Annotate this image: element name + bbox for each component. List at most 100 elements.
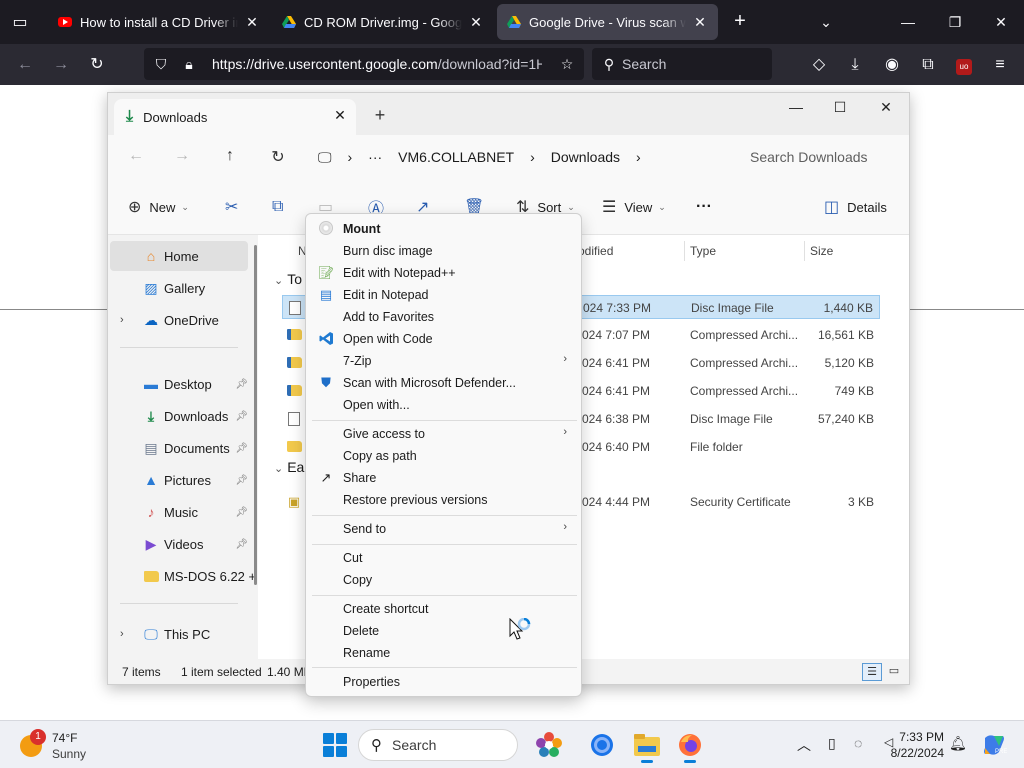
group-header-earlier[interactable]: ⌄ Ea <box>274 459 304 475</box>
nav-item-music[interactable]: ♪ Music 📌︎ <box>110 497 249 527</box>
group-header-today[interactable]: ⌄ To <box>274 271 302 287</box>
cut-button[interactable]: ✂ <box>225 195 246 219</box>
column-divider[interactable] <box>684 241 685 261</box>
nav-item-this-pc[interactable]: › 🖵︎ This PC <box>110 619 248 649</box>
navigation-scrollbar[interactable] <box>254 245 257 585</box>
menu-item-add-to-favorites[interactable]: Add to Favorites <box>310 306 577 328</box>
menu-item-scan-defender[interactable]: ⛊ Scan with Microsoft Defender... <box>310 372 577 394</box>
menu-item-copy-as-path[interactable]: Copy as path <box>310 445 577 467</box>
breadcrumb[interactable]: 🖵︎ › ··· VM6.COLLABNET › Downloads › <box>318 143 738 171</box>
monitor-icon[interactable]: 🖵︎ <box>318 149 332 166</box>
browser-tab-drive-file[interactable]: CD ROM Driver.img - Google Drive ✕ <box>272 4 494 40</box>
account-icon[interactable]: ◉ <box>879 52 905 78</box>
back-button[interactable]: ← <box>12 52 38 78</box>
pocket-icon[interactable]: ◇ <box>806 52 832 78</box>
up-button[interactable]: ↑ <box>218 147 242 167</box>
bookmark-star-icon[interactable]: ☆ <box>556 56 578 73</box>
maximize-window-button[interactable]: ☐ <box>828 99 852 119</box>
explorer-search-input[interactable]: Search Downloads <box>738 143 902 171</box>
firefox-icon[interactable] <box>674 729 706 763</box>
copilot-icon[interactable]: PRE <box>978 729 1010 761</box>
start-button[interactable] <box>323 733 347 757</box>
nav-item-downloads[interactable]: ⤓ Downloads 📌︎ <box>110 401 248 431</box>
new-button[interactable]: ⊕ New ⌄ <box>128 195 189 219</box>
browser-tab-youtube[interactable]: How to install a CD Driver into M ✕ <box>48 4 270 40</box>
nav-item-gallery[interactable]: ▨ Gallery <box>110 273 248 303</box>
notifications-bell-icon[interactable]: 🔔︎ <box>949 735 967 752</box>
nav-item-msdos[interactable]: MS-DOS 6.22 + <box>110 561 256 591</box>
chevron-right-icon[interactable]: › <box>120 314 124 326</box>
pin-icon[interactable]: 📌︎ <box>235 411 248 422</box>
close-tab-icon[interactable]: ✕ <box>468 14 484 31</box>
menu-item-open-with-code[interactable]: Open with Code <box>310 328 577 350</box>
details-pane-button[interactable]: ◫ Details <box>824 195 887 219</box>
chevron-right-icon[interactable]: › <box>120 628 124 640</box>
nav-item-pictures[interactable]: ▲ Pictures 📌︎ <box>110 465 248 495</box>
system-clock[interactable]: 7:33 PM 8/22/2024 <box>882 729 944 761</box>
browser-search-bar[interactable]: ⚲ Search <box>592 48 772 80</box>
menu-item-edit-notepadpp[interactable]: 📝︎ Edit with Notepad++ <box>310 262 577 284</box>
extensions-icon[interactable]: ⧉ <box>915 52 941 78</box>
menu-item-restore-versions[interactable]: Restore previous versions <box>310 489 577 511</box>
nav-item-videos[interactable]: ▶ Videos 📌︎ <box>110 529 248 559</box>
pin-icon[interactable]: 📌︎ <box>235 443 248 454</box>
close-tab-icon[interactable]: ✕ <box>692 14 708 31</box>
chevron-down-icon[interactable]: ⌄ <box>274 463 283 475</box>
menu-item-create-shortcut[interactable]: Create shortcut <box>310 598 577 620</box>
refresh-button[interactable]: ↻ <box>266 147 290 167</box>
menu-item-share[interactable]: ↗ Share <box>310 467 577 489</box>
browser-tab-virus-scan[interactable]: Google Drive - Virus scan warning ✕ <box>497 4 718 40</box>
pin-icon[interactable]: 📌︎ <box>235 475 248 486</box>
minimize-window-button[interactable]: — <box>784 99 808 119</box>
menu-item-edit-notepad[interactable]: ▤ Edit in Notepad <box>310 284 577 306</box>
restore-window-button[interactable]: ❐ <box>941 10 969 34</box>
weather-widget[interactable]: 1 74°F Sunny <box>20 729 130 763</box>
nav-item-home[interactable]: ⌂ Home <box>110 241 248 271</box>
view-button[interactable]: ☰ View ⌄ <box>602 195 666 219</box>
lock-icon[interactable]: 🔒︎ <box>178 56 200 73</box>
close-window-button[interactable]: ✕ <box>874 99 898 119</box>
menu-item-copy[interactable]: Copy <box>310 569 577 591</box>
pin-icon[interactable]: 📌︎ <box>235 539 248 550</box>
close-tab-icon[interactable]: ✕ <box>330 107 350 124</box>
breadcrumb-item-downloads[interactable]: Downloads <box>551 149 620 165</box>
copy-button[interactable]: ⧉ <box>272 195 291 219</box>
menu-icon[interactable]: ≡ <box>987 52 1013 78</box>
chrome-icon[interactable] <box>586 729 618 761</box>
chevron-down-icon[interactable]: ⌄ <box>274 275 283 287</box>
menu-item-send-to[interactable]: Send to › <box>310 518 577 540</box>
nav-item-onedrive[interactable]: › ☁ OneDrive <box>110 305 248 335</box>
close-window-button[interactable]: ✕ <box>987 10 1015 34</box>
tiles-view-button[interactable]: ▭ <box>884 663 904 681</box>
menu-item-burn-disc-image[interactable]: Burn disc image <box>310 240 577 262</box>
pin-icon[interactable]: 📌︎ <box>235 507 248 518</box>
taskbar-search[interactable]: ⚲ Search <box>358 729 518 761</box>
nav-item-desktop[interactable]: ▬ Desktop 📌︎ <box>110 369 248 399</box>
breadcrumb-item-computer[interactable]: VM6.COLLABNET <box>398 149 514 165</box>
column-header-modified[interactable]: odified <box>578 239 613 263</box>
forward-button[interactable]: → <box>170 147 194 167</box>
new-tab-button[interactable]: + <box>728 10 752 34</box>
phone-link-icon[interactable]: ▯ <box>828 735 836 752</box>
url-text[interactable]: https://drive.usercontent.google.com/dow… <box>212 56 542 72</box>
menu-item-open-with[interactable]: Open with... <box>310 394 577 416</box>
details-view-button[interactable]: ☰ <box>862 663 882 681</box>
column-divider[interactable] <box>804 241 805 261</box>
downloads-icon[interactable]: ⤓ <box>842 52 868 78</box>
menu-item-properties[interactable]: Properties <box>310 671 577 693</box>
more-options-button[interactable]: ··· <box>696 195 712 219</box>
menu-item-give-access[interactable]: Give access to › <box>310 423 577 445</box>
ublock-icon[interactable]: uo <box>951 52 977 78</box>
nav-item-documents[interactable]: ▤ Documents 📌︎ <box>110 433 248 463</box>
column-header-type[interactable]: Type <box>690 239 716 263</box>
menu-item-mount[interactable]: Mount <box>310 218 577 240</box>
menu-item-cut[interactable]: Cut <box>310 547 577 569</box>
close-tab-icon[interactable]: ✕ <box>244 14 260 31</box>
copilot-flower-icon[interactable] <box>533 729 565 761</box>
chevron-down-icon[interactable]: ⌄ <box>814 10 838 34</box>
pin-icon[interactable]: 📌︎ <box>235 379 248 390</box>
chevron-up-icon[interactable]: ︿ <box>797 735 811 755</box>
column-header-size[interactable]: Size <box>810 239 833 263</box>
url-bar[interactable]: ⛉ 🔒︎ https://drive.usercontent.google.co… <box>144 48 584 80</box>
reload-button[interactable]: ↻ <box>84 52 110 78</box>
